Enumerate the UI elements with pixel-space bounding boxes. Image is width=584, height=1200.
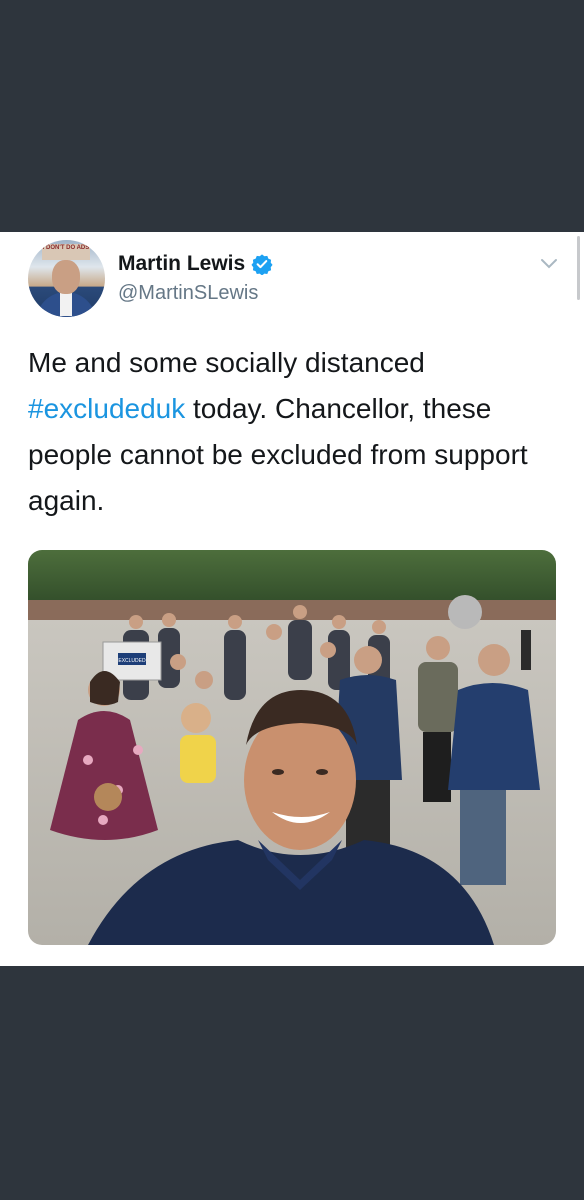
tweet-text: Me and some socially distanced #excluded… — [28, 340, 558, 524]
avatar[interactable]: I DON'T DO ADS — [28, 240, 105, 317]
author-name-row[interactable]: Martin Lewis — [118, 252, 273, 276]
verified-badge-icon — [251, 253, 273, 276]
hashtag-link[interactable]: #excludeduk — [28, 393, 185, 424]
avatar-face — [52, 260, 80, 294]
banner-text: EXCLUDED — [118, 658, 146, 664]
selfie-photo-illustration: EXCLUDED — [28, 550, 556, 945]
author-display-name[interactable]: Martin Lewis — [118, 252, 245, 276]
tweet-card[interactable]: I DON'T DO ADS Martin Lewis @MartinSLewi… — [0, 232, 584, 966]
tweet-photo[interactable]: EXCLUDED — [28, 550, 556, 945]
tweet-text-before: Me and some socially distanced — [28, 347, 425, 378]
author-handle[interactable]: @MartinSLewis — [118, 282, 258, 305]
avatar-collar — [60, 292, 72, 316]
scrollbar[interactable] — [577, 236, 580, 300]
chevron-down-icon[interactable] — [540, 256, 558, 270]
avatar-sign: I DON'T DO ADS — [42, 244, 90, 260]
